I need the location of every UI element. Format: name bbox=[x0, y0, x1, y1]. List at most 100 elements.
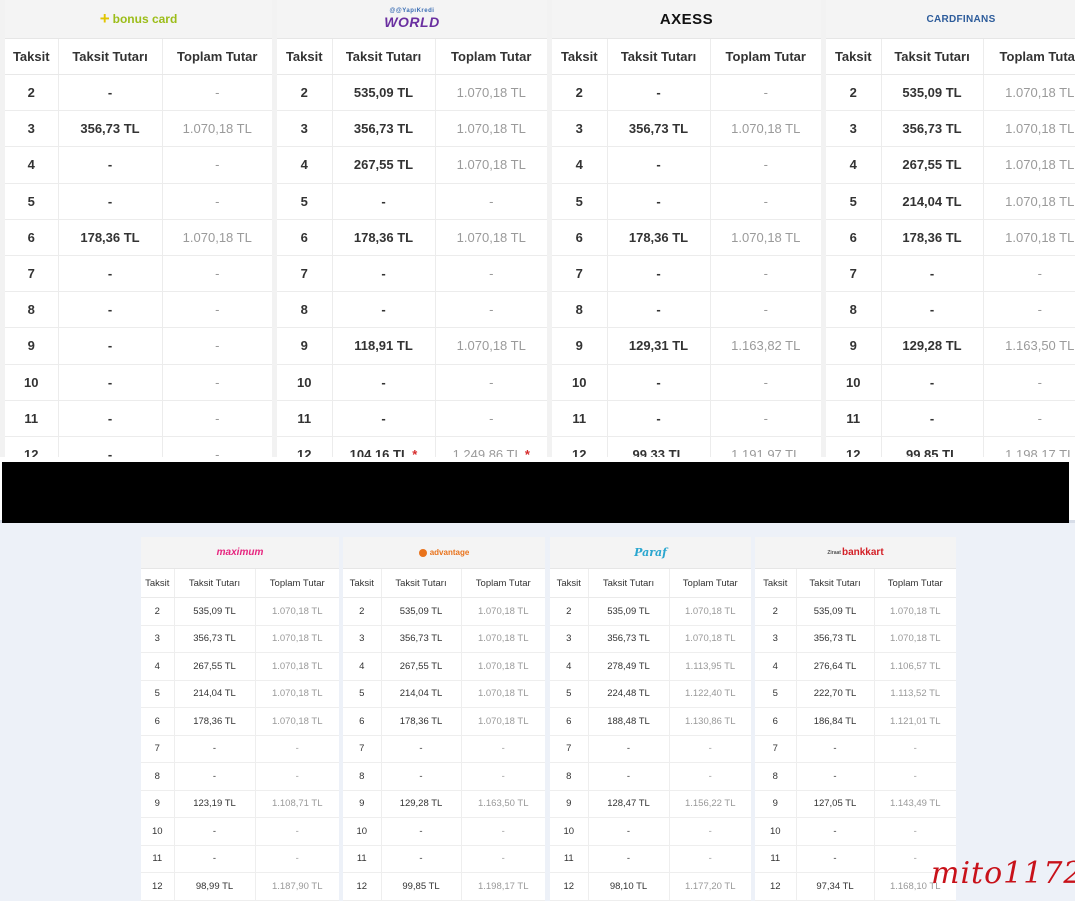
cell-value: - bbox=[295, 825, 299, 837]
cell-value: - bbox=[381, 410, 386, 426]
cell-value: - bbox=[1037, 266, 1042, 282]
advantage-dot-icon bbox=[418, 548, 427, 557]
table-row: 5 214,04 TL 1.070,18 TL bbox=[343, 680, 545, 708]
table-row: 12 104,16 TL * 1.249,86 TL * bbox=[277, 436, 547, 457]
table-row: 7 - - bbox=[755, 735, 956, 763]
total-amount: - bbox=[254, 845, 339, 873]
table-row: 11 - - bbox=[5, 400, 272, 437]
total-amount: 1.070,18 TL bbox=[668, 597, 751, 626]
cell-value: - bbox=[708, 853, 712, 865]
installment-amount: 178,36 TL bbox=[331, 219, 435, 256]
cell-value: - bbox=[929, 302, 935, 318]
cell-value: 127,05 TL bbox=[813, 798, 857, 810]
table-row: 2 535,09 TL 1.070,18 TL bbox=[755, 597, 956, 626]
total-amount: - bbox=[668, 735, 751, 763]
table-row: 5 - - bbox=[277, 183, 547, 220]
installment-amount: - bbox=[173, 762, 255, 791]
table-row: 8 - - bbox=[141, 762, 339, 791]
installment-count: 12 bbox=[277, 436, 332, 457]
installment-amount: 535,09 TL bbox=[173, 597, 255, 626]
total-amount: 1.070,18 TL bbox=[434, 146, 547, 184]
cell-value: - bbox=[656, 157, 661, 173]
col-header-toplam: Toplam Tutar bbox=[434, 39, 547, 75]
installment-amount: - bbox=[587, 735, 669, 763]
cell-value: - bbox=[215, 410, 220, 426]
cell-value: 99,85 TL bbox=[905, 446, 959, 457]
col-header-toplam: Toplam Tutar bbox=[709, 39, 821, 75]
installment-amount: - bbox=[380, 762, 461, 791]
cell-value: 2 bbox=[359, 605, 365, 617]
installment-count: 8 bbox=[5, 291, 58, 329]
cell-value: 1.070,18 TL bbox=[456, 157, 526, 173]
cell-value: - bbox=[107, 193, 113, 209]
installment-count: 7 bbox=[550, 735, 588, 763]
cell-value: - bbox=[381, 193, 386, 209]
installment-amount: 104,16 TL * bbox=[331, 436, 435, 457]
installment-amount: 267,55 TL bbox=[331, 146, 435, 184]
cell-value: - bbox=[419, 825, 423, 837]
installment-table: Taksit Taksit Tutarı Toplam Tutar 2 535,09 … bbox=[277, 39, 547, 457]
card-paraf: Paraf Taksit Taksit Tutarı Toplam Tutar 2 5… bbox=[550, 537, 751, 901]
installment-amount: 99,85 TL bbox=[880, 436, 983, 457]
cell-value: - bbox=[763, 85, 768, 101]
installment-table: Taksit Taksit Tutarı Toplam Tutar 2 535,09 … bbox=[755, 569, 956, 901]
cell-value: - bbox=[833, 770, 837, 782]
total-amount: - bbox=[460, 735, 545, 763]
table-row: 11 - - bbox=[343, 845, 545, 873]
installment-amount: - bbox=[57, 74, 162, 112]
table-row: 4 267,55 TL 1.070,18 TL bbox=[343, 652, 545, 681]
installment-count: 8 bbox=[826, 291, 881, 329]
total-amount: 1.108,71 TL bbox=[254, 790, 339, 818]
installment-amount: - bbox=[795, 762, 874, 791]
watermark: mito1172 bbox=[931, 856, 1075, 891]
cell-value: 3 bbox=[566, 633, 572, 645]
total-amount: 1.070,18 TL bbox=[161, 110, 272, 148]
table-row: 4 267,55 TL 1.070,18 TL bbox=[277, 146, 547, 184]
logo-text: bankkart bbox=[841, 547, 884, 558]
installment-count: 6 bbox=[5, 219, 58, 256]
table-row: 10 - - bbox=[755, 817, 956, 846]
installment-amount: - bbox=[606, 400, 710, 437]
cell-value: - bbox=[833, 853, 837, 865]
cell-value: - bbox=[215, 446, 220, 457]
total-amount: - bbox=[434, 291, 547, 329]
installment-count: 4 bbox=[826, 146, 881, 184]
installment-count: 10 bbox=[755, 817, 796, 846]
installment-amount: 99,33 TL bbox=[606, 436, 710, 457]
total-amount: - bbox=[982, 255, 1075, 293]
installment-count: 3 bbox=[141, 625, 174, 653]
logo-text: bonus card bbox=[112, 12, 178, 26]
installment-amount: 98,99 TL bbox=[173, 872, 255, 901]
total-amount: 1.070,18 TL bbox=[460, 707, 545, 736]
cell-value: - bbox=[489, 193, 494, 209]
installment-count: 10 bbox=[343, 817, 381, 846]
total-amount: 1.070,18 TL bbox=[982, 146, 1075, 184]
cell-value: - bbox=[626, 853, 631, 865]
cell-value: - bbox=[215, 157, 220, 173]
table-row: 6 178,36 TL 1.070,18 TL bbox=[552, 219, 821, 256]
cell-value: 535,09 TL bbox=[902, 85, 962, 101]
total-amount: 1.163,50 TL bbox=[982, 327, 1075, 365]
installment-count: 9 bbox=[141, 790, 174, 818]
cell-value: 11 bbox=[24, 410, 39, 426]
cell-value: - bbox=[626, 770, 631, 782]
cell-value: 11 bbox=[356, 853, 367, 865]
installment-table: Taksit Taksit Tutarı Toplam Tutar 2 - - 3 356,… bbox=[552, 39, 821, 457]
col-header-taksit: Taksit bbox=[550, 569, 588, 598]
cell-value: 1.070,18 TL bbox=[477, 660, 529, 672]
bonus-card-logo: + bonus card bbox=[99, 9, 178, 28]
table-row: 4 267,55 TL 1.070,18 TL bbox=[141, 652, 339, 681]
cell-value: 7 bbox=[359, 743, 365, 755]
total-amount: 1.070,18 TL bbox=[254, 652, 339, 681]
table-row: 5 222,70 TL 1.113,52 TL bbox=[755, 680, 956, 708]
table-row: 3 356,73 TL 1.070,18 TL bbox=[5, 110, 272, 148]
installment-count: 12 bbox=[550, 872, 588, 901]
card-bankkart: Ziraat bankkart Taksit Taksit Tutarı Toplam… bbox=[755, 537, 956, 901]
table-row: 9 129,28 TL 1.163,50 TL bbox=[343, 790, 545, 818]
total-amount: - bbox=[161, 436, 272, 457]
installment-amount: - bbox=[606, 183, 710, 220]
cell-value: 1.070,18 TL bbox=[271, 660, 323, 672]
total-amount: - bbox=[668, 845, 751, 873]
cell-value: - bbox=[763, 410, 768, 426]
cell-value: - bbox=[489, 374, 494, 390]
